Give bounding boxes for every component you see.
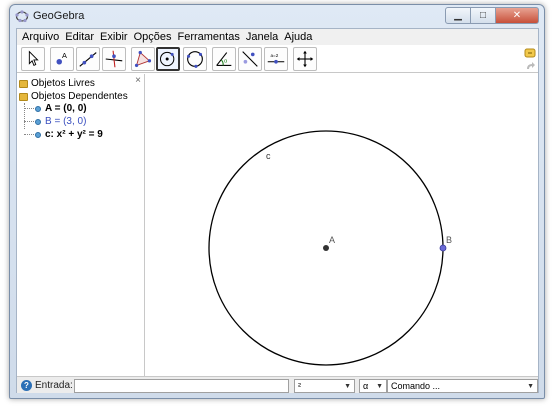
polygon-icon: [134, 50, 152, 68]
graphics-canvas[interactable]: c A B: [146, 74, 538, 376]
title-bar[interactable]: GeoGebra ▁ □ ✕: [10, 5, 544, 27]
menu-opcoes[interactable]: Opções: [131, 31, 175, 43]
geogebra-logo-icon: [15, 10, 29, 23]
svg-text:a=2: a=2: [271, 53, 279, 58]
line-tool-button[interactable]: [76, 47, 100, 71]
menu-bar: Arquivo Editar Exibir Opções Ferramentas…: [17, 29, 538, 45]
circle-c-label: c: [266, 151, 271, 161]
slider-icon: a=2: [267, 53, 285, 64]
command-dropdown[interactable]: Comando ... ▼: [387, 379, 538, 393]
circle-center-point-tool-button[interactable]: [156, 47, 180, 71]
object-b-text: B = (3, 0): [45, 116, 87, 127]
svg-text:A: A: [62, 51, 67, 60]
reflect-about-line-icon: [242, 51, 258, 67]
angle-icon: α: [216, 52, 232, 66]
point-visibility-icon[interactable]: [35, 105, 41, 112]
power-symbol-value: ²: [298, 381, 301, 391]
point-a[interactable]: [323, 245, 329, 251]
object-c-text: c: x² + y² = 9: [45, 129, 103, 140]
perpendicular-line-icon: [105, 50, 123, 68]
algebra-close-icon[interactable]: ×: [135, 75, 141, 86]
menu-ajuda[interactable]: Ajuda: [281, 31, 315, 43]
point-b-label: B: [446, 235, 452, 245]
object-a-text: A = (0, 0): [45, 103, 87, 114]
dependent-objects-label: Objetos Dependentes: [31, 91, 128, 102]
menu-editar[interactable]: Editar: [62, 31, 97, 43]
polygon-tool-button[interactable]: [131, 47, 155, 71]
close-button[interactable]: ✕: [496, 7, 539, 24]
circle-center-point-icon: [160, 51, 175, 67]
tree-branch: [24, 108, 34, 109]
perpendicular-line-tool-button[interactable]: [102, 47, 126, 71]
reflect-tool-button[interactable]: [238, 47, 262, 71]
command-input[interactable]: [74, 379, 289, 393]
free-objects-label: Objetos Livres: [31, 78, 95, 89]
move-tool-button[interactable]: [21, 47, 45, 71]
menu-ferramentas[interactable]: Ferramentas: [174, 31, 242, 43]
tree-folder-free-objects[interactable]: Objetos Livres: [19, 77, 95, 90]
minimize-button[interactable]: ▁: [445, 7, 471, 24]
window-title: GeoGebra: [33, 10, 85, 22]
power-symbols-dropdown[interactable]: ² ▼: [294, 379, 355, 393]
algebra-view: × Objetos Livres Objetos Dependentes A =…: [17, 74, 145, 376]
tree-branch: [24, 121, 34, 122]
circle-three-points-tool-button[interactable]: [183, 47, 207, 71]
folder-icon: [19, 92, 28, 101]
input-bar: ? Entrada: ² ▼ α ▼ Comando ... ▼: [17, 376, 538, 393]
circle-three-points-icon: [187, 51, 203, 68]
command-value: Comando ...: [391, 381, 441, 391]
line-through-points-icon: [79, 52, 97, 67]
tree-branch: [24, 134, 34, 135]
algebra-object-c[interactable]: c: x² + y² = 9: [24, 128, 103, 141]
toolbar: A α a=2: [17, 45, 538, 73]
undo-icon[interactable]: [524, 47, 536, 59]
maximize-button[interactable]: □: [471, 7, 496, 24]
svg-text:α: α: [224, 59, 228, 65]
slider-tool-button[interactable]: a=2: [264, 47, 288, 71]
point-icon: A: [56, 51, 67, 65]
point-b[interactable]: [439, 244, 447, 252]
algebra-object-a[interactable]: A = (0, 0): [24, 102, 87, 115]
menu-janela[interactable]: Janela: [243, 31, 281, 43]
geogebra-window: GeoGebra ▁ □ ✕ Arquivo Editar Exibir Opç…: [9, 4, 545, 399]
chevron-down-icon: ▼: [344, 382, 351, 390]
cursor-arrow-icon: [28, 50, 39, 67]
app-body: Arquivo Editar Exibir Opções Ferramentas…: [16, 28, 539, 393]
angle-tool-button[interactable]: α: [212, 47, 236, 71]
folder-icon: [19, 79, 28, 88]
menu-arquivo[interactable]: Arquivo: [19, 31, 62, 43]
input-label: Entrada:: [35, 379, 73, 391]
point-visibility-icon[interactable]: [35, 118, 41, 125]
point-a-label: A: [329, 235, 335, 245]
help-icon[interactable]: ?: [21, 379, 32, 391]
algebra-object-b[interactable]: B = (3, 0): [24, 115, 86, 128]
circle-visibility-icon[interactable]: [35, 131, 41, 138]
move-graphics-view-tool-button[interactable]: [293, 47, 317, 71]
chevron-down-icon: ▼: [527, 382, 534, 390]
menu-exibir[interactable]: Exibir: [97, 31, 131, 43]
greek-symbols-dropdown[interactable]: α ▼: [359, 379, 387, 393]
graphics-view[interactable]: c A B: [146, 74, 538, 376]
redo-icon[interactable]: [524, 60, 536, 72]
move-view-cross-icon: [296, 50, 314, 68]
chevron-down-icon: ▼: [376, 382, 383, 390]
new-point-tool-button[interactable]: A: [50, 47, 74, 71]
greek-symbol-value: α: [363, 381, 369, 391]
